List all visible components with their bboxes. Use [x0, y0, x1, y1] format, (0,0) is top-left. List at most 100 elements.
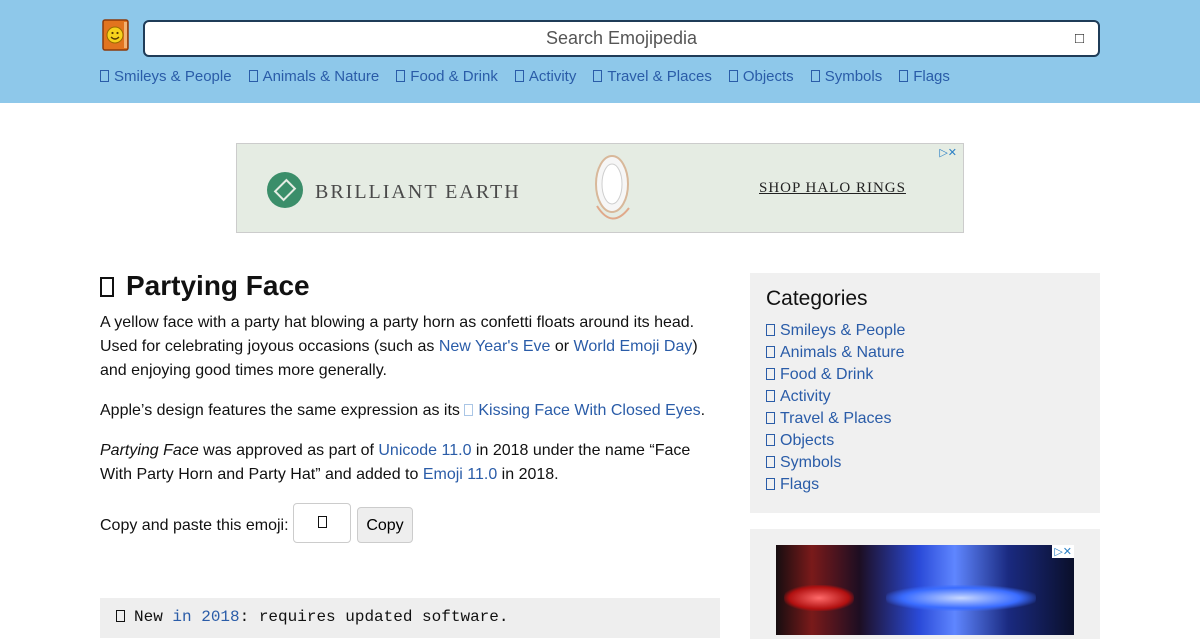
- p3-text-a: was approved as part of: [198, 442, 379, 459]
- page-title-text: Partying Face: [126, 270, 310, 301]
- unicode-11-link[interactable]: Unicode 11.0: [378, 442, 471, 459]
- police-lights-image: [776, 545, 1074, 635]
- emoji-article: Partying Face A yellow face with a party…: [100, 268, 720, 543]
- sidebar-item-label: Animals & Nature: [780, 344, 905, 361]
- design-paragraph: Apple’s design features the same express…: [100, 399, 720, 423]
- copy-button[interactable]: Copy: [357, 507, 413, 543]
- animals-icon: [766, 346, 775, 358]
- emoji-copy-field[interactable]: [293, 503, 351, 543]
- world-emoji-day-link[interactable]: World Emoji Day: [574, 338, 693, 355]
- sidebar-item-smileys-people[interactable]: Smileys & People: [766, 322, 905, 339]
- sidebar-item-label: Food & Drink: [780, 366, 874, 383]
- activity-icon: [766, 390, 775, 402]
- p2-text-b: .: [700, 402, 706, 419]
- nav-smileys-people[interactable]: Smileys & People: [100, 68, 232, 88]
- in-2018-link[interactable]: in 2018: [172, 608, 239, 626]
- new-emoji-notice: New in 2018: requires updated software.: [100, 598, 720, 638]
- sidebar-item-activity[interactable]: Activity: [766, 388, 831, 405]
- animals-icon: [248, 70, 258, 82]
- copy-label: Copy and paste this emoji:: [100, 517, 289, 534]
- nav-label: Objects: [742, 68, 794, 85]
- list-item: Symbols: [766, 452, 905, 474]
- food-icon: [396, 70, 406, 82]
- sidebar-item-travel-places[interactable]: Travel & Places: [766, 410, 891, 427]
- kissing-face-emoji-icon: [464, 404, 474, 416]
- notice-text-a: New: [134, 608, 173, 626]
- nav-label: Flags: [913, 68, 950, 85]
- kissing-face-link[interactable]: Kissing Face With Closed Eyes: [464, 402, 701, 419]
- ad-choices-icon[interactable]: ▷✕: [939, 146, 957, 159]
- nav-label: Symbols: [824, 68, 883, 85]
- nav-food-drink[interactable]: Food & Drink: [396, 68, 498, 88]
- list-item: Flags: [766, 474, 905, 496]
- nav-flags[interactable]: Flags: [899, 68, 950, 88]
- p3-text-c: in 2018.: [497, 466, 559, 483]
- sidebar-item-label: Flags: [780, 476, 820, 493]
- nav-label: Smileys & People: [114, 68, 232, 85]
- notice-text-b: : requires updated software.: [239, 608, 509, 626]
- flags-icon: [899, 70, 909, 82]
- p3-emphasis: Partying Face: [100, 442, 199, 459]
- list-item: Smileys & People: [766, 320, 905, 342]
- travel-icon: [766, 412, 775, 424]
- partying-face-emoji-icon: [317, 516, 327, 528]
- new-years-eve-link[interactable]: New Year's Eve: [439, 338, 551, 355]
- nav-symbols[interactable]: Symbols: [810, 68, 883, 88]
- ad-brand: BRILLIANT EARTH: [315, 181, 521, 203]
- p1-text-b: or: [550, 338, 574, 355]
- objects-icon: [766, 434, 775, 446]
- sidebar-ad[interactable]: ▷✕: [750, 529, 1100, 639]
- activity-icon: [514, 70, 524, 82]
- sidebar-item-symbols[interactable]: Symbols: [766, 454, 841, 471]
- nav-label: Food & Drink: [410, 68, 498, 85]
- ring-image-icon: [595, 155, 630, 220]
- list-item: Travel & Places: [766, 408, 905, 430]
- search-input[interactable]: Search Emojipedia □: [143, 20, 1100, 57]
- category-list: Smileys & People Animals & Nature Food &…: [766, 320, 905, 496]
- site-header: Search Emojipedia □ Smileys & People Ani…: [0, 0, 1200, 103]
- description-paragraph: A yellow face with a party hat blowing a…: [100, 311, 720, 383]
- symbols-icon: [766, 456, 775, 468]
- nav-label: Activity: [528, 68, 577, 85]
- notice-emoji-icon: [116, 610, 125, 622]
- nav-objects[interactable]: Objects: [728, 68, 794, 88]
- search-placeholder: Search Emojipedia: [545, 28, 698, 48]
- partying-face-emoji-icon: [100, 277, 114, 297]
- sidebar-item-label: Travel & Places: [780, 410, 892, 427]
- magnifier-icon[interactable]: □: [1075, 22, 1084, 55]
- sidebar-item-label: Smileys & People: [780, 322, 906, 339]
- brand-logo-icon: [267, 172, 303, 208]
- list-item: Food & Drink: [766, 364, 905, 386]
- nav-travel-places[interactable]: Travel & Places: [593, 68, 712, 88]
- ad-cta-link[interactable]: SHOP HALO RINGS: [759, 180, 906, 197]
- list-item: Activity: [766, 386, 905, 408]
- sidebar-item-flags[interactable]: Flags: [766, 476, 819, 493]
- sidebar-title: Categories: [766, 287, 868, 310]
- food-icon: [766, 368, 775, 380]
- objects-icon: [728, 70, 738, 82]
- symbols-icon: [810, 70, 820, 82]
- sidebar-item-animals-nature[interactable]: Animals & Nature: [766, 344, 905, 361]
- nav-animals-nature[interactable]: Animals & Nature: [248, 68, 379, 88]
- sidebar-item-label: Activity: [780, 388, 831, 405]
- ad-choices-icon[interactable]: ▷✕: [1052, 545, 1074, 558]
- smileys-icon: [100, 70, 109, 82]
- nav-activity[interactable]: Activity: [514, 68, 577, 88]
- blue-light-glow: [886, 585, 1036, 611]
- nav-label: Travel & Places: [607, 68, 712, 85]
- history-paragraph: Partying Face was approved as part of Un…: [100, 439, 720, 487]
- sidebar-item-food-drink[interactable]: Food & Drink: [766, 366, 873, 383]
- emoji-11-link[interactable]: Emoji 11.0: [423, 466, 497, 483]
- categories-sidebar: Categories Smileys & People Animals & Na…: [750, 273, 1100, 513]
- travel-icon: [593, 70, 603, 82]
- kissing-face-label: Kissing Face With Closed Eyes: [478, 402, 701, 419]
- list-item: Animals & Nature: [766, 342, 905, 364]
- page-title: Partying Face: [100, 268, 720, 304]
- flags-icon: [766, 478, 775, 490]
- banner-ad[interactable]: BRILLIANT EARTH SHOP HALO RINGS ▷✕: [236, 143, 964, 233]
- p2-text-a: Apple’s design features the same express…: [100, 402, 465, 419]
- smileys-icon: [766, 324, 775, 336]
- emojipedia-logo-icon[interactable]: [102, 19, 130, 51]
- red-light-glow: [784, 585, 854, 611]
- sidebar-item-objects[interactable]: Objects: [766, 432, 834, 449]
